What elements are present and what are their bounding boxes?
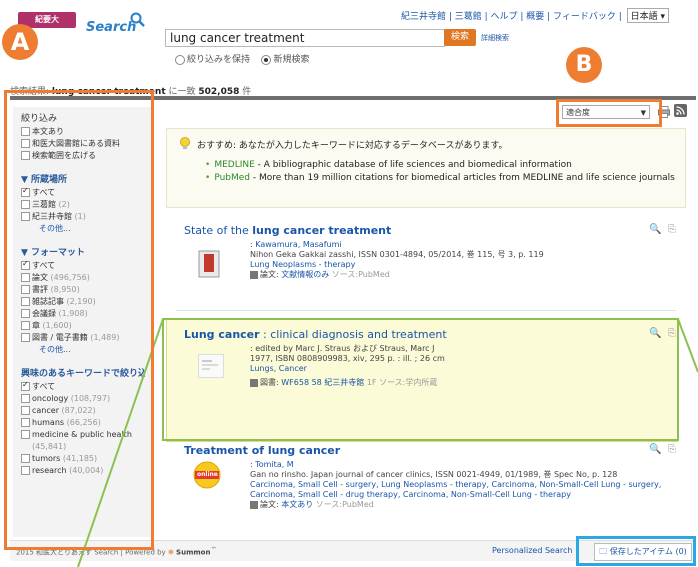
article-type-icon: [250, 270, 258, 279]
medline-link[interactable]: MEDLINE: [214, 160, 254, 170]
result-meta: : edited by Marc J. Straus および Straus, M…: [250, 344, 680, 388]
result-author[interactable]: : Kawamura, Masafumi: [250, 240, 680, 250]
summon-logo-icon: ✻: [167, 548, 174, 557]
annotation-b-badge: B: [566, 47, 602, 83]
preview-icon[interactable]: 🔍: [649, 444, 661, 455]
recommend-text: おすすめ: あなたが入力したキーワードに対応するデータベースがあります。: [197, 141, 508, 151]
magnifier-logo-icon: [130, 12, 145, 27]
result-tools: 🔍 ⎘: [649, 328, 676, 339]
search-input[interactable]: lung cancer treatment: [165, 29, 445, 47]
result-format: 論文: 文献情報のみ ソース:PubMed: [250, 270, 680, 280]
scope-keep-radio[interactable]: 絞り込みを保持: [175, 54, 250, 65]
fulltext-link[interactable]: 本文あり: [281, 500, 313, 509]
search-button[interactable]: 検索: [444, 29, 476, 46]
database-recommendation: おすすめ: あなたが入力したキーワードに対応するデータベースがあります。 • ME…: [166, 128, 686, 208]
recommend-item: • PubMed - More than 19 million citations…: [205, 173, 675, 183]
preview-icon[interactable]: 🔍: [649, 328, 661, 339]
result-item: Treatment of lung cancer 🔍 ⎘ online : To…: [184, 444, 676, 536]
annotation-b-box: [556, 99, 662, 127]
article-type-icon: [250, 500, 258, 509]
logo-search-text: Search: [86, 20, 137, 35]
annotation-a-badge: A: [2, 24, 38, 60]
citation-only-link[interactable]: 文献情報のみ: [281, 270, 329, 279]
book-thumbnail: [198, 354, 224, 378]
result-meta: : Kawamura, Masafumi Nihon Geka Gakkai z…: [250, 240, 680, 280]
lightbulb-icon: [180, 137, 190, 149]
call-number-link[interactable]: WF658 58 紀三井寺館: [281, 378, 364, 387]
result-format: 論文: 本文あり ソース:PubMed: [250, 500, 680, 510]
top-nav-links[interactable]: 紀三井寺館 | 三葛館 | ヘルプ | 概要 | フィードバック | 日本語 ▾: [401, 8, 670, 23]
result-title[interactable]: Lung cancer : clinical diagnosis and tre…: [184, 328, 674, 341]
preview-icon[interactable]: 🔍: [649, 224, 661, 235]
result-tools: 🔍 ⎘: [649, 224, 676, 235]
result-author: : edited by Marc J. Straus および Straus, M…: [250, 344, 435, 353]
result-title[interactable]: Treatment of lung cancer: [184, 444, 674, 457]
language-select[interactable]: 日本語 ▾: [626, 8, 670, 23]
pubmed-link[interactable]: PubMed: [214, 173, 250, 183]
result-tools: 🔍 ⎘: [649, 444, 676, 455]
annotation-saved-box: [576, 536, 696, 566]
result-item: State of the lung cancer treatment 🔍 ⎘ :…: [184, 224, 676, 302]
recommend-item: • MEDLINE - A bibliographic database of l…: [205, 160, 572, 170]
save-item-icon[interactable]: ⎘: [668, 444, 676, 455]
online-badge: online: [192, 460, 222, 490]
result-source: Nihon Geka Gakkai zasshi, ISSN 0301-4894…: [250, 250, 544, 259]
result-subjects[interactable]: Carcinoma, Small Cell - surgery, Lung Ne…: [250, 480, 680, 500]
save-item-icon[interactable]: ⎘: [668, 224, 676, 235]
result-subjects[interactable]: Lung Neoplasms - therapy: [250, 260, 680, 270]
book-type-icon: [250, 378, 258, 387]
result-title[interactable]: State of the lung cancer treatment: [184, 224, 674, 237]
result-author[interactable]: : Tomita, M: [250, 460, 680, 470]
journal-article-icon: [198, 250, 220, 278]
save-item-icon[interactable]: ⎘: [668, 328, 676, 339]
result-format: 図書: WF658 58 紀三井寺館 1F ソース:学内所蔵: [250, 378, 680, 388]
advanced-search-link[interactable]: 詳細検索: [481, 33, 509, 43]
recommend-list: • MEDLINE - A bibliographic database of l…: [205, 159, 675, 185]
result-meta: : Tomita, M Gan no rinsho. Japan journal…: [250, 460, 680, 510]
result-subjects[interactable]: Lungs, Cancer: [250, 364, 680, 374]
result-source: Gan no rinsho. Japan journal of cancer c…: [250, 470, 618, 479]
search-scope: 絞り込みを保持 新規検索: [175, 52, 309, 65]
personalized-search-link[interactable]: Personalized Search: [492, 546, 572, 555]
result-source: 1977, ISBN 0808909983, xiv, 295 p. : ill…: [250, 354, 445, 363]
scope-new-radio[interactable]: 新規検索: [261, 54, 309, 65]
result-item: Lung cancer : clinical diagnosis and tre…: [184, 328, 676, 428]
result-divider: [176, 310, 676, 311]
annotation-a-box: [4, 90, 154, 550]
rss-icon[interactable]: [674, 104, 687, 117]
